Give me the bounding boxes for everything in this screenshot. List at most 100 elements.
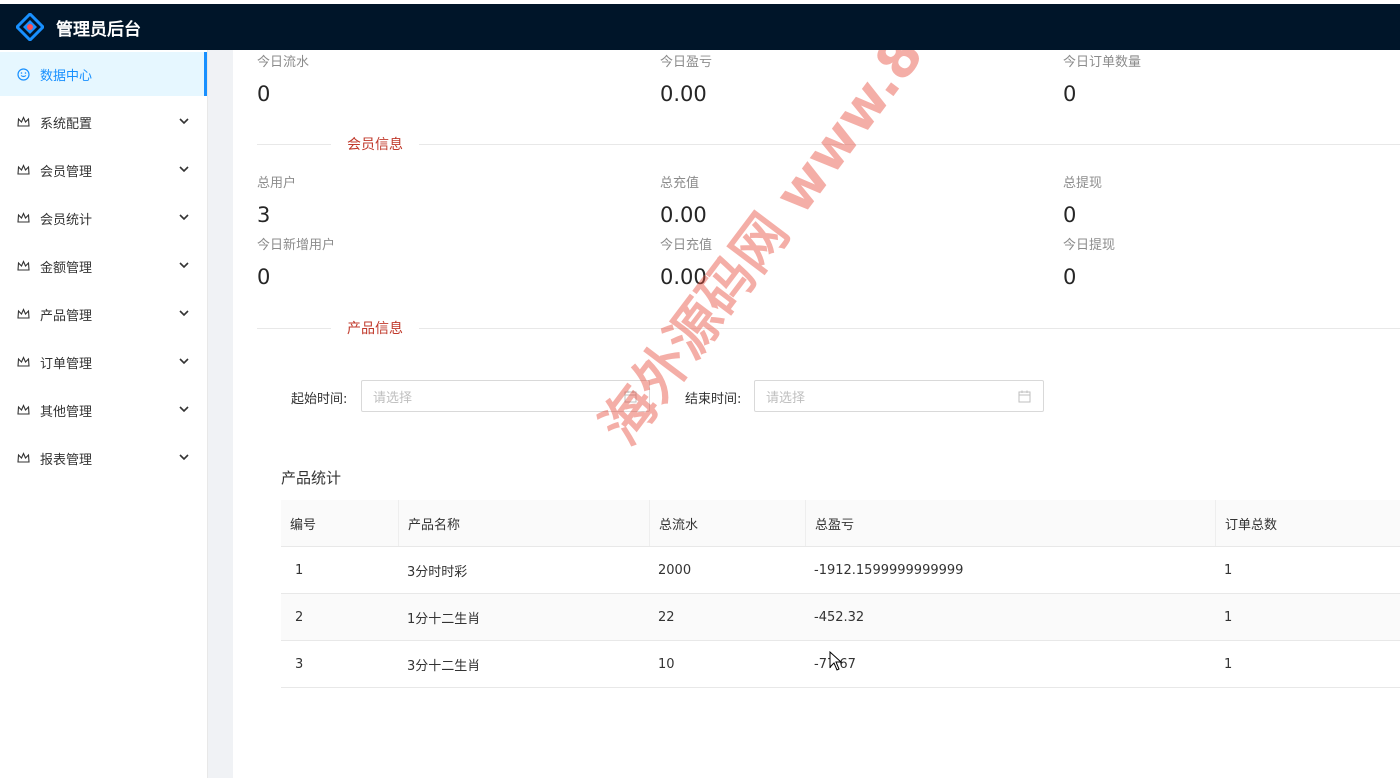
column-header-total-profit[interactable]: 总盈亏 (805, 500, 1215, 546)
mouse-cursor-icon (829, 651, 843, 671)
table-header: 编号 产品名称 总流水 总盈亏 订单总数 (281, 500, 1400, 547)
chevron-down-icon (179, 310, 189, 317)
cell-total-profit: -452.32 (814, 609, 865, 625)
top-navbar: 管理员后台 (0, 0, 1400, 50)
cell-id: 2 (295, 609, 304, 625)
stat-value: 0.00 (660, 265, 707, 289)
sidebar-menu: 数据中心 系统配置 会员管理 会员统计 金额管理 产品管理 订单管理 其他管理 (0, 50, 208, 778)
content-gutter (208, 50, 233, 778)
stat-value: 0 (1063, 203, 1077, 227)
end-date-placeholder: 请选择 (766, 390, 806, 406)
column-header-total-turnover[interactable]: 总流水 (649, 500, 805, 546)
crown-icon (16, 451, 30, 465)
cell-total-turnover: 10 (658, 656, 675, 672)
stat-label: 今日充值 (660, 238, 713, 253)
cell-id: 1 (295, 562, 304, 578)
chevron-down-icon (179, 406, 189, 413)
chevron-down-icon (179, 454, 189, 461)
stat-today-withdraw: 今日提现 0 (1063, 238, 1363, 290)
sidebar-item-order-management[interactable]: 订单管理 (0, 340, 207, 384)
sidebar-item-label: 数据中心 (40, 68, 93, 84)
sidebar-item-member-management[interactable]: 会员管理 (0, 148, 207, 192)
stat-value: 0.00 (660, 203, 707, 227)
cell-id: 3 (295, 656, 304, 672)
main-content: 今日流水 0 今日盈亏 0.00 今日订单数量 0 会员信息 总用户 3 总充值… (233, 50, 1400, 778)
app-title: 管理员后台 (56, 19, 141, 40)
stat-value: 0 (257, 265, 271, 289)
column-header-order-count[interactable]: 订单总数 (1215, 500, 1400, 546)
table-row[interactable]: 1 3分时时彩 2000 -1912.1599999999999 1 (281, 547, 1400, 594)
crown-icon (16, 211, 30, 225)
start-date-picker[interactable]: 请选择 (361, 380, 650, 412)
member-section-divider: 会员信息 (257, 134, 1400, 154)
sidebar-item-product-management[interactable]: 产品管理 (0, 292, 207, 336)
crown-icon (16, 115, 30, 129)
chevron-down-icon (179, 166, 189, 173)
end-date-picker[interactable]: 请选择 (754, 380, 1044, 412)
sidebar-item-report-management[interactable]: 报表管理 (0, 436, 207, 480)
stat-label: 今日新增用户 (257, 238, 336, 253)
sidebar-item-label: 会员统计 (40, 212, 93, 228)
stat-value: 0 (257, 82, 271, 106)
stat-today-orders: 今日订单数量 0 (1063, 55, 1363, 107)
cell-total-turnover: 2000 (658, 562, 692, 578)
stat-label: 今日提现 (1063, 238, 1116, 253)
member-section-title: 会员信息 (347, 137, 403, 153)
diamond-logo-icon (16, 13, 44, 41)
chevron-down-icon (179, 262, 189, 269)
cell-product-name: 1分十二生肖 (407, 611, 481, 627)
stat-value: 3 (257, 203, 271, 227)
sidebar-item-label: 系统配置 (40, 116, 93, 132)
stat-label: 总充值 (660, 176, 700, 191)
sidebar-item-amount-management[interactable]: 金额管理 (0, 244, 207, 288)
sidebar-item-label: 金额管理 (40, 260, 93, 276)
sidebar-item-other-management[interactable]: 其他管理 (0, 388, 207, 432)
cell-order-count: 1 (1224, 656, 1233, 672)
stat-label: 今日盈亏 (660, 55, 713, 70)
chevron-down-icon (179, 214, 189, 221)
chevron-down-icon (179, 358, 189, 365)
column-header-product-name[interactable]: 产品名称 (398, 500, 649, 546)
crown-icon (16, 403, 30, 417)
stat-label: 今日订单数量 (1063, 55, 1142, 70)
crown-icon (16, 163, 30, 177)
stat-label: 总用户 (257, 176, 297, 191)
stat-value: 0 (1063, 82, 1077, 106)
cell-total-profit: -77.67 (805, 641, 1215, 687)
stat-total-users: 总用户 3 (257, 176, 557, 228)
cell-total-turnover: 22 (658, 609, 675, 625)
product-section-title: 产品信息 (347, 321, 403, 337)
sidebar-item-system-config[interactable]: 系统配置 (0, 100, 207, 144)
sidebar-item-data-center[interactable]: 数据中心 (0, 52, 207, 96)
cell-order-count: 1 (1224, 562, 1233, 578)
stat-total-recharge: 总充值 0.00 (660, 176, 960, 228)
sidebar-item-label: 产品管理 (40, 308, 93, 324)
start-date-placeholder: 请选择 (373, 390, 413, 406)
end-time-label: 结束时间: (685, 392, 742, 407)
crown-icon (16, 259, 30, 273)
sidebar-item-label: 会员管理 (40, 164, 93, 180)
dashboard-icon (16, 67, 30, 81)
stat-label: 总提现 (1063, 176, 1103, 191)
crown-icon (16, 307, 30, 321)
cell-order-count: 1 (1224, 609, 1233, 625)
stat-value: 0 (1063, 265, 1077, 289)
column-header-id[interactable]: 编号 (281, 500, 398, 546)
cell-product-name: 3分时时彩 (407, 564, 468, 580)
stat-today-profit: 今日盈亏 0.00 (660, 55, 960, 107)
cell-total-profit: -1912.1599999999999 (814, 562, 964, 578)
cell-product-name: 3分十二生肖 (407, 658, 481, 674)
stat-today-new-users: 今日新增用户 0 (257, 238, 557, 290)
sidebar-item-label: 订单管理 (40, 356, 93, 372)
table-row[interactable]: 2 1分十二生肖 22 -452.32 1 (281, 594, 1400, 641)
calendar-icon (624, 390, 637, 403)
chevron-down-icon (179, 118, 189, 125)
sidebar-item-label: 报表管理 (40, 452, 93, 468)
stat-value: 0.00 (660, 82, 707, 106)
product-stats-title: 产品统计 (281, 469, 342, 487)
sidebar-item-label: 其他管理 (40, 404, 93, 420)
product-section-divider: 产品信息 (257, 318, 1400, 338)
sidebar-item-member-statistics[interactable]: 会员统计 (0, 196, 207, 240)
calendar-icon (1018, 390, 1031, 403)
stat-total-withdraw: 总提现 0 (1063, 176, 1363, 228)
